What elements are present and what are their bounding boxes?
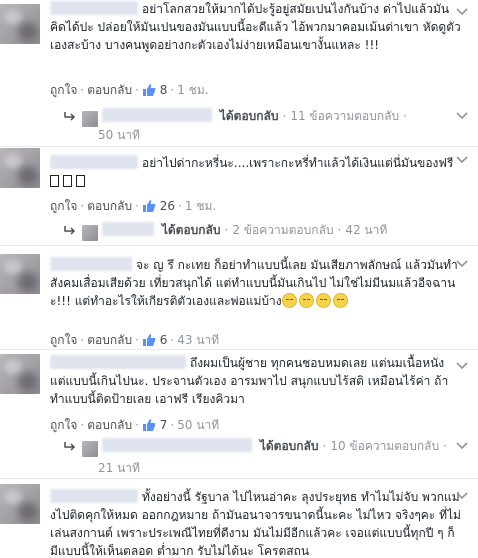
replier-avatar — [82, 441, 98, 457]
avatar[interactable] — [0, 354, 40, 394]
comment-body: อย่าไปด่ากะหรี่นะ....เพราะกะหรี่ทำแล้วได… — [50, 154, 462, 190]
like-link[interactable]: ถูกใจ — [50, 199, 77, 213]
reply-count: 2 ข้อความตอบกลับ — [232, 223, 334, 237]
avatar[interactable] — [0, 484, 40, 524]
reply-arrow-icon — [64, 442, 76, 451]
like-link[interactable]: ถูกใจ — [50, 83, 77, 97]
chevron-down-icon[interactable] — [456, 260, 468, 268]
reply-link: ได้ตอบกลับ — [259, 439, 319, 453]
replier-name — [102, 108, 212, 122]
replies-toggle[interactable]: ได้ตอบกลับ · 11 ข้อความตอบกลับ · — [64, 107, 411, 127]
divider — [0, 146, 478, 147]
reply-time: 21 นาที — [98, 461, 140, 475]
replier-name — [102, 438, 252, 452]
comment-actions: ถูกใจ · ตอบกลับ · 7 · 50 นาที — [50, 418, 220, 432]
avatar[interactable] — [0, 4, 40, 44]
comment-body: จะ ญ รึ กะเทย ก็อย่าทำแบบนี้เลย มันเสียภ… — [50, 256, 462, 310]
replies-toggle[interactable]: ได้ตอบกลับ · 2 ข้อความตอบกลับ · 42 นาที — [64, 221, 387, 241]
replies-toggle[interactable]: ได้ตอบกลับ · 10 ข้อความตอบกลับ · — [64, 437, 451, 457]
like-link[interactable]: ถูกใจ — [50, 333, 77, 347]
like-count[interactable]: 8 — [160, 83, 168, 97]
chevron-down-icon[interactable] — [456, 156, 468, 164]
reply-arrow-icon — [64, 112, 76, 121]
reply-link[interactable]: ตอบกลับ — [87, 333, 132, 347]
commenter-name[interactable] — [50, 489, 138, 503]
reply-link[interactable]: ตอบกลับ — [87, 83, 132, 97]
chevron-down-icon[interactable] — [456, 442, 468, 450]
timestamp[interactable]: 1 ชม. — [185, 199, 216, 213]
replier-avatar — [82, 225, 98, 241]
like-icon — [142, 200, 156, 212]
comment-actions: ถูกใจ · ตอบกลับ · 6 · 43 นาที — [50, 333, 220, 347]
comment-actions: ถูกใจ · ตอบกลับ · 26 · 1 ชม. — [50, 199, 217, 213]
timestamp[interactable]: 1 ชม. — [177, 83, 208, 97]
chevron-down-icon[interactable] — [456, 492, 468, 500]
like-icon — [142, 334, 156, 346]
reply-link: ได้ตอบกลับ — [219, 109, 279, 123]
timestamp[interactable]: 43 นาที — [177, 333, 219, 347]
avatar[interactable] — [0, 148, 40, 188]
reply-time: 50 นาที — [98, 128, 140, 142]
replier-name — [102, 222, 154, 236]
comment-text: อย่าไปด่ากะหรี่นะ....เพราะกะหรี่ทำแล้วได… — [142, 156, 454, 170]
chevron-down-icon[interactable] — [456, 112, 468, 120]
reply-link: ได้ตอบกลับ — [161, 223, 221, 237]
divider — [0, 245, 478, 246]
comment-actions: ถูกใจ · ตอบกลับ · 8 · 1 ชม. — [50, 83, 209, 97]
chevron-down-icon[interactable] — [456, 8, 468, 16]
reply-time-row: 50 นาที — [98, 126, 140, 144]
commenter-name[interactable] — [50, 1, 138, 15]
commenter-name[interactable] — [50, 257, 132, 271]
timestamp[interactable]: 50 นาที — [177, 418, 219, 432]
divider — [0, 349, 478, 350]
comment-body: ทั้งอย่างนี้ รัฐบาล ไปไหนอ่าคะ ลุงประยุท… — [50, 488, 462, 558]
comment-body: อย่าโลกสวยให้มากได้ปะรู้อยู่สมัยเปนไงกัน… — [50, 0, 462, 54]
chevron-down-icon[interactable] — [456, 362, 468, 370]
like-icon — [142, 419, 156, 431]
like-count[interactable]: 7 — [160, 418, 168, 432]
reply-arrow-icon — [64, 226, 76, 235]
replier-avatar — [82, 111, 98, 127]
reply-time-row: 21 นาที — [98, 459, 140, 477]
divider — [0, 478, 478, 479]
avatar[interactable] — [0, 254, 40, 294]
like-icon — [142, 84, 156, 96]
reply-link[interactable]: ตอบกลับ — [87, 418, 132, 432]
reply-count: 11 ข้อความตอบกลับ — [290, 109, 400, 123]
like-count[interactable]: 26 — [160, 199, 175, 213]
reply-time: 42 นาที — [345, 223, 388, 237]
like-count[interactable]: 6 — [160, 333, 168, 347]
commenter-name[interactable] — [50, 155, 138, 169]
comment-body: ถึงผมเป็นผู้ชาย ทุกคนชอบหมดเลย แต่นมเนื้… — [50, 354, 462, 408]
reply-link[interactable]: ตอบกลับ — [87, 199, 132, 213]
commenter-name[interactable] — [50, 355, 186, 369]
like-link[interactable]: ถูกใจ — [50, 418, 77, 432]
reply-count: 10 ข้อความตอบกลับ — [330, 439, 440, 453]
